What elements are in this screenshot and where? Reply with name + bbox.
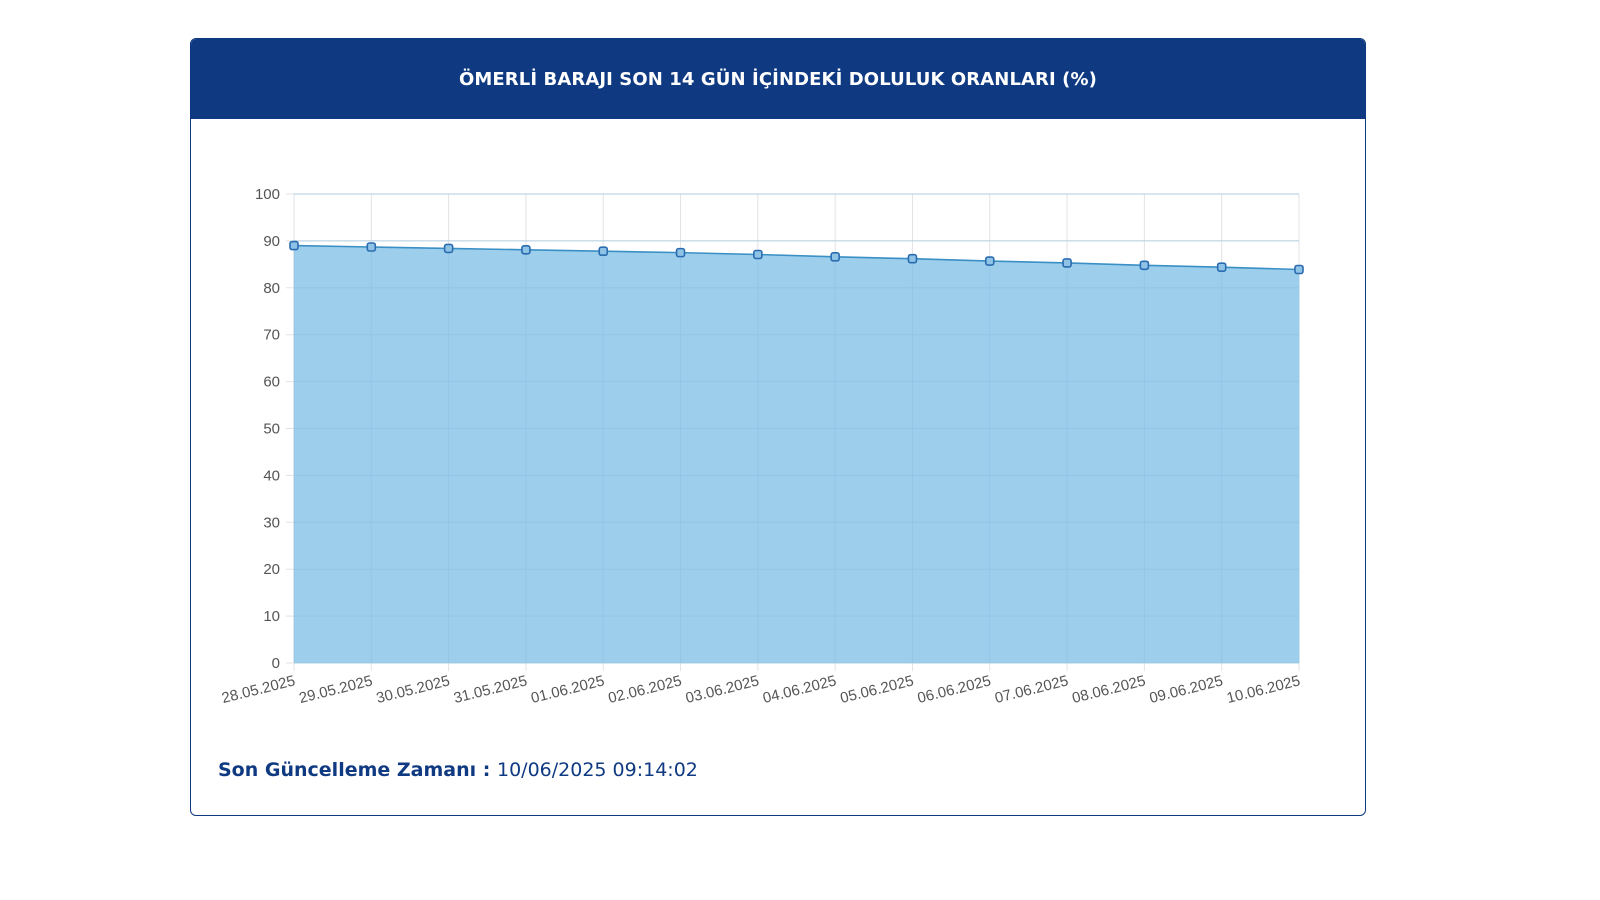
last-update-label: Son Güncelleme Zamanı <box>218 759 477 781</box>
data-point <box>830 252 840 262</box>
x-axis: 28.05.2025 29.05.2025 30.05.2025 31.05.2025… <box>220 672 1302 707</box>
x-tick-label: 05.06.2025 <box>838 672 915 707</box>
x-tick-label: 01.06.2025 <box>529 672 606 707</box>
area-fill <box>294 245 1299 663</box>
x-tick-label: 06.06.2025 <box>916 672 993 707</box>
y-tick-label: 60 <box>263 374 280 391</box>
data-point <box>1294 264 1304 275</box>
x-tick-label: 08.06.2025 <box>1070 672 1147 707</box>
y-tick-label: 80 <box>263 280 280 297</box>
last-update-value: 10/06/2025 09:14:02 <box>496 759 698 781</box>
x-tick-label: 10.06.2025 <box>1225 672 1302 707</box>
chart-card: ÖMERLİ BARAJI SON 14 GÜN İÇİNDEKİ DOLULU… <box>190 38 1366 816</box>
data-point <box>366 242 377 252</box>
x-tick-label: 09.06.2025 <box>1148 672 1225 707</box>
y-tick-label: 20 <box>263 561 280 578</box>
x-tick-label: 28.05.2025 <box>220 672 297 707</box>
data-point <box>907 253 918 264</box>
data-point <box>984 256 995 266</box>
data-point <box>598 246 609 257</box>
y-tick-label: 90 <box>263 233 280 250</box>
x-tick-label: 29.05.2025 <box>297 672 374 707</box>
x-tick-label: 31.05.2025 <box>452 672 529 707</box>
x-tick-label: 02.06.2025 <box>607 672 684 707</box>
data-point <box>521 245 531 255</box>
x-tick-label: 30.05.2025 <box>375 672 452 707</box>
y-tick-label: 70 <box>263 327 280 344</box>
data-point <box>1139 260 1150 271</box>
fill-rate-area-chart: 0 10 20 30 40 50 60 70 80 90 100 28.05.2025 29.05.2… <box>220 186 1304 707</box>
last-update-separator: : <box>476 759 497 781</box>
y-tick-label: 40 <box>263 467 280 484</box>
data-point <box>1062 258 1072 268</box>
x-tick-label: 07.06.2025 <box>993 672 1070 707</box>
card-header: ÖMERLİ BARAJI SON 14 GÜN İÇİNDEKİ DOLULU… <box>191 39 1365 119</box>
x-tick-label: 03.06.2025 <box>684 672 761 707</box>
x-tick-label: 04.06.2025 <box>761 672 838 707</box>
y-tick-label: 0 <box>272 655 280 672</box>
data-point <box>443 243 454 254</box>
y-tick-label: 100 <box>255 186 280 203</box>
data-point <box>289 240 299 251</box>
data-point <box>753 249 763 260</box>
chart-area: 0 10 20 30 40 50 60 70 80 90 100 28.05.2025 29.05.2… <box>191 119 1365 739</box>
data-point <box>675 247 686 258</box>
y-tick-label: 50 <box>263 421 280 438</box>
last-update: Son Güncelleme Zamanı : 10/06/2025 09:14… <box>218 759 698 781</box>
chart-title: ÖMERLİ BARAJI SON 14 GÜN İÇİNDEKİ DOLULU… <box>459 68 1097 90</box>
y-tick-label: 10 <box>263 608 280 625</box>
y-tick-label: 30 <box>263 514 280 531</box>
data-point <box>1216 262 1227 272</box>
y-axis: 0 10 20 30 40 50 60 70 80 90 100 <box>255 186 280 672</box>
